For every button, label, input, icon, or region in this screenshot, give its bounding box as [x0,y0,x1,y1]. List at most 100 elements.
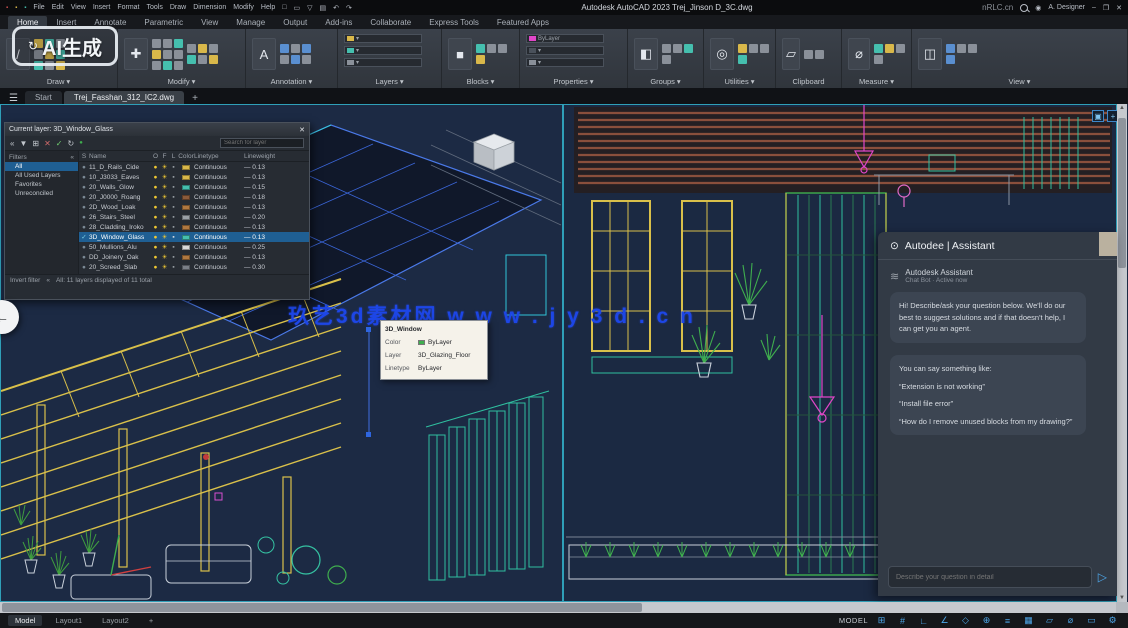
layer-filter-dropdown[interactable]: ▾ [344,58,422,67]
lock-icon[interactable]: ▪ [169,164,178,171]
collapse-icon[interactable]: « [46,277,50,284]
drawing-canvas[interactable]: 玖艺3d素材网 w w w . j y 3 d . c n 3D_Window … [0,104,1128,602]
filter-tree-favorites[interactable]: Favorites [5,180,78,189]
ribbon-tab-express[interactable]: Express Tools [420,16,488,29]
sun-icon[interactable]: ☀ [160,233,169,241]
ortho-toggle[interactable]: ∟ [916,616,931,626]
lock-icon[interactable]: ▪ [169,234,178,241]
clipboard-tool-grid[interactable] [804,49,835,59]
text-tool-button[interactable]: A [252,38,276,70]
panel-label-draw[interactable]: Draw [47,77,65,86]
bulb-icon[interactable]: ● [151,224,160,231]
otrack-toggle[interactable]: ⊕ [979,615,994,626]
collapse-icon[interactable]: « [70,154,74,161]
menu-help[interactable]: Help [261,4,275,11]
layer-dropdown[interactable]: ▾ [344,34,422,43]
send-icon[interactable]: ▷ [1098,570,1107,584]
set-current-layer-icon[interactable]: ✓ [56,139,63,148]
bulb-icon[interactable]: ● [151,234,160,241]
lock-icon[interactable]: ▪ [169,214,178,221]
group-tool-grid[interactable] [662,44,693,64]
col-color[interactable]: Color [178,153,194,160]
paste-button[interactable]: ▱ [782,38,800,70]
lineweight-toggle[interactable]: ≡ [1000,616,1015,626]
measure-tool-grid[interactable] [874,44,905,64]
lock-icon[interactable]: ▪ [169,184,178,191]
layer-row[interactable]: ● 20_Walls_Glow ● ☀ ▪ Continuous — 0.15 [79,182,309,192]
maximize-viewport-button[interactable]: ▣ [1092,110,1104,122]
maximize-button[interactable]: ❐ [1103,4,1109,12]
layer-row[interactable]: ● 10_J3033_Eaves ● ☀ ▪ Continuous — 0.13 [79,172,309,182]
insert-block-button[interactable]: ■ [448,38,472,70]
sun-icon[interactable]: ☀ [160,243,169,251]
bulb-icon[interactable]: ● [151,244,160,251]
panel-label-layers[interactable]: Layers [375,77,398,86]
filter-tree-unreconciled[interactable]: Unreconciled [5,189,78,198]
panel-label-view[interactable]: View [1009,77,1025,86]
menu-format[interactable]: Format [117,4,139,11]
color-swatch[interactable] [182,244,190,250]
view-button[interactable]: ◫ [918,38,942,70]
new-drawing-tab-button[interactable]: + [186,93,204,104]
bulb-icon[interactable]: ● [151,254,160,261]
menu-dimension[interactable]: Dimension [193,4,226,11]
save-icon[interactable]: ▽ [307,4,312,12]
panel-label-groups[interactable]: Groups [650,77,675,86]
group-button[interactable]: ◧ [634,38,658,70]
panel-label-clipboard[interactable]: Clipboard [792,77,824,86]
transparency-toggle[interactable]: ▦ [1021,615,1036,626]
scroll-up-icon[interactable]: ▲ [1117,105,1127,111]
snap-toggle[interactable]: # [895,616,910,626]
sun-icon[interactable]: ☀ [160,193,169,201]
menu-draw[interactable]: Draw [170,4,186,11]
assistant-question-input[interactable] [888,566,1092,588]
view-tool-grid[interactable] [946,44,977,64]
modify-tool-grid-2[interactable] [187,44,218,64]
new-layer-icon[interactable]: ⊞ [32,139,39,148]
panel-label-properties[interactable]: Properties [554,77,588,86]
lock-icon[interactable]: ▪ [169,244,178,251]
invert-filter-label[interactable]: Invert filter [10,277,40,284]
ribbon-tab-view[interactable]: View [192,16,227,29]
lock-icon[interactable]: ▪ [169,204,178,211]
sun-icon[interactable]: ☀ [160,163,169,171]
print-icon[interactable]: ▤ [320,4,327,12]
col-on[interactable]: O [151,153,160,160]
layer-filter-icon[interactable]: ▼ [19,139,27,148]
bulb-icon[interactable]: ● [151,164,160,171]
color-swatch[interactable] [182,164,190,170]
scroll-down-icon[interactable]: ▼ [1117,595,1127,601]
suggestion-extension[interactable]: “Extension is not working” [899,381,1077,393]
layer-row[interactable]: ● 20_Screed_Slab ● ☀ ▪ Continuous — 0.30 [79,262,309,272]
hamburger-menu-icon[interactable]: ☰ [4,93,23,104]
model-space-label[interactable]: MODEL [839,616,868,625]
new-icon[interactable]: □ [282,4,286,11]
sun-icon[interactable]: ☀ [160,253,169,261]
color-swatch[interactable] [182,254,190,260]
color-swatch[interactable] [182,224,190,230]
layer-row[interactable]: ● 11_D_Rails_Cide ● ☀ ▪ Continuous — 0.1… [79,162,309,172]
color-swatch[interactable] [182,264,190,270]
palette-close-button[interactable]: ✕ [299,126,305,134]
color-swatch[interactable] [182,214,190,220]
menu-modify[interactable]: Modify [233,4,254,11]
lock-icon[interactable]: ▪ [169,264,178,271]
col-name[interactable]: Name [89,153,151,160]
sun-icon[interactable]: ☀ [160,203,169,211]
ribbon-tab-manage[interactable]: Manage [227,16,274,29]
layer-row[interactable]: ● 2D_Wood_Loak ● ☀ ▪ Continuous — 0.13 [79,202,309,212]
menu-insert[interactable]: Insert [93,4,111,11]
lock-icon[interactable]: ▪ [169,174,178,181]
col-status[interactable]: S [79,153,89,160]
sun-icon[interactable]: ☀ [160,173,169,181]
layer-row[interactable]: ● DD_Joinery_Oak ● ☀ ▪ Continuous — 0.13 [79,252,309,262]
move-tool-button[interactable]: ✚ [124,38,148,70]
color-swatch[interactable] [182,174,190,180]
vertical-scrollbar[interactable]: ▲ ▼ [1117,104,1127,602]
filter-tree-used[interactable]: All Used Layers [5,171,78,180]
panel-label-modify[interactable]: Modify [168,77,190,86]
bulb-icon[interactable]: ● [151,264,160,271]
annotation-tool-grid[interactable] [280,44,311,64]
col-lineweight[interactable]: Lineweight [244,153,284,160]
ribbon-tab-addins[interactable]: Add-ins [316,16,361,29]
